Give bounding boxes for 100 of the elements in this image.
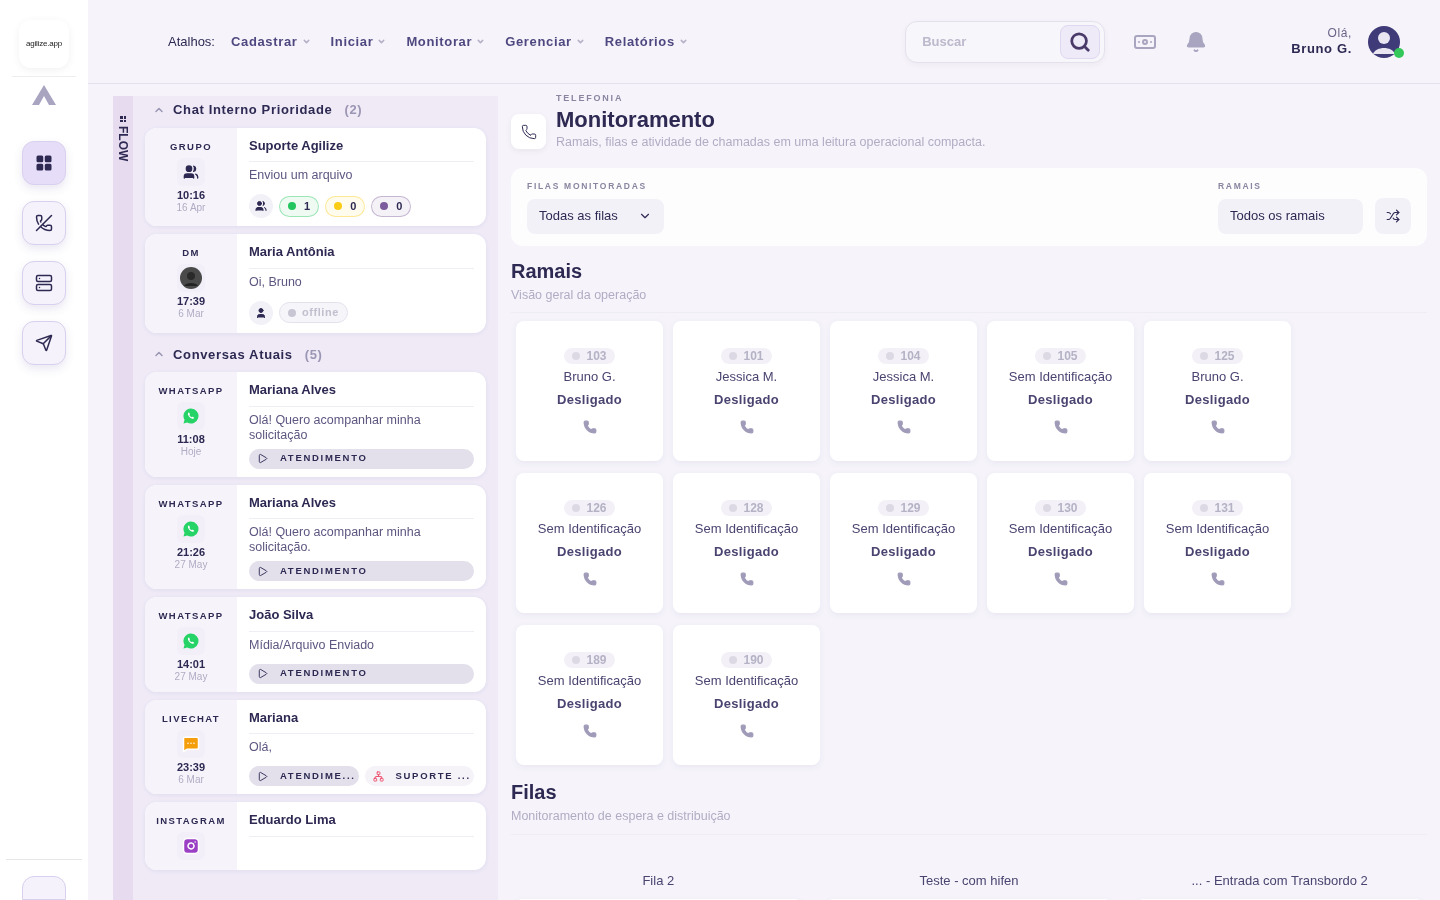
phone-icon bbox=[1053, 572, 1068, 587]
contact-name: Mariana bbox=[249, 707, 474, 734]
queue-tag: ATENDIMENTO bbox=[249, 663, 474, 684]
contact-button[interactable] bbox=[249, 300, 273, 325]
extension-name: Sem Identificação bbox=[537, 672, 642, 691]
extension-card[interactable]: 103 Bruno G. Desligado bbox=[516, 321, 663, 462]
conversation-card[interactable]: WHATSAPP 11:08 Hoje Mariana Alves Olá! Quero acompanhar minha solicitação ATENDIMENTO bbox=[145, 372, 486, 477]
message-preview: Olá! Quero acompanhar minha solicitação bbox=[249, 412, 422, 443]
extension-status: Desligado bbox=[713, 694, 780, 713]
message-time: 14:01 bbox=[176, 659, 206, 671]
channel-label: WHATSAPP bbox=[158, 609, 224, 623]
extension-status: Desligado bbox=[556, 694, 623, 713]
play-icon bbox=[257, 453, 268, 464]
user-avatar[interactable] bbox=[1368, 25, 1400, 58]
message-time: 21:26 bbox=[176, 546, 206, 558]
menu-item[interactable]: Monitorar bbox=[406, 31, 486, 52]
extension-number: 103 bbox=[564, 348, 615, 365]
extension-number: 128 bbox=[721, 500, 772, 517]
eyebrow-label: TELEFONIA bbox=[556, 92, 625, 105]
extension-card[interactable]: 129 Sem Identificação Desligado bbox=[830, 473, 977, 614]
user-name: Bruno G. bbox=[1291, 40, 1352, 58]
extension-card[interactable]: 105 Sem Identificação Desligado bbox=[987, 321, 1134, 462]
phone-icon bbox=[520, 123, 537, 140]
menu-item[interactable]: Iniciar bbox=[330, 31, 387, 52]
extension-number: 130 bbox=[1035, 500, 1086, 517]
message-preview: Mídia/Arquivo Enviado bbox=[249, 637, 376, 654]
message-time: 17:39 bbox=[176, 296, 206, 308]
queue-tag: ATENDIME... bbox=[249, 766, 359, 786]
nav-button[interactable] bbox=[22, 321, 66, 365]
channel-label: DM bbox=[182, 246, 200, 260]
queues-dropdown[interactable]: Todas as filas bbox=[527, 198, 664, 234]
section-subtitle: Visão geral da operação bbox=[511, 285, 1427, 314]
nav-button[interactable] bbox=[22, 201, 66, 245]
conversation-card[interactable]: LIVECHAT 23:39 6 Mar Mariana Olá, ATENDIME... SUPORTE ... bbox=[145, 699, 486, 794]
extension-number: 190 bbox=[721, 652, 772, 669]
conversation-card[interactable]: INSTAGRAM Eduardo Lima bbox=[145, 802, 486, 871]
message-time: 11:08 bbox=[177, 434, 205, 446]
whatsapp-icon bbox=[182, 632, 200, 651]
extension-status: Desligado bbox=[556, 390, 623, 409]
send-icon bbox=[35, 334, 53, 352]
instagram-icon bbox=[182, 837, 200, 856]
extension-name: Bruno G. bbox=[563, 368, 616, 387]
extension-status: Desligado bbox=[556, 542, 623, 561]
triangle-logo-icon bbox=[32, 85, 56, 105]
extension-card[interactable]: 101 Jessica M. Desligado bbox=[673, 321, 820, 462]
extension-card[interactable]: 130 Sem Identificação Desligado bbox=[987, 473, 1134, 614]
drag-handle-icon bbox=[120, 116, 126, 122]
nav-button[interactable] bbox=[22, 261, 66, 305]
conversation-card[interactable]: WHATSAPP 14:01 27 May João Silva Mídia/Arquivo Enviado ATENDIMENTO bbox=[145, 597, 486, 692]
search-bar[interactable]: Buscar bbox=[905, 20, 1106, 63]
extension-number: 126 bbox=[564, 500, 615, 517]
extension-card[interactable]: 190 Sem Identificação Desligado bbox=[673, 625, 820, 766]
extension-card[interactable]: 131 Sem Identificação Desligado bbox=[1144, 473, 1291, 614]
conversation-card[interactable]: GRUPO 10:16 16 Apr Suporte Agilize Enviou um arquivo 1 0 0 bbox=[145, 127, 486, 226]
extension-card[interactable]: 104 Jessica M. Desligado bbox=[830, 321, 977, 462]
extension-name: Sem Identificação bbox=[1165, 520, 1270, 539]
search-button[interactable] bbox=[1060, 24, 1101, 59]
extension-name: Jessica M. bbox=[872, 368, 935, 387]
extension-card[interactable]: 189 Sem Identificação Desligado bbox=[516, 625, 663, 766]
counter-badge: 0 bbox=[371, 195, 412, 217]
queue-tag: ATENDIMENTO bbox=[249, 448, 474, 469]
menu-item[interactable]: Relatórios bbox=[604, 31, 688, 52]
play-icon bbox=[257, 565, 268, 577]
queue-title: Fila 2 bbox=[642, 872, 675, 890]
channel-label: WHATSAPP bbox=[158, 384, 224, 398]
phone-icon bbox=[896, 572, 911, 587]
menu-item[interactable]: Cadastrar bbox=[231, 31, 311, 52]
ramais-field[interactable]: Todos os ramais bbox=[1218, 198, 1363, 234]
extension-status: Desligado bbox=[713, 390, 780, 409]
group-header[interactable]: Chat Interno Prioridade (2) bbox=[145, 96, 486, 120]
conversation-card[interactable]: WHATSAPP 21:26 27 May Mariana Alves Olá! Quero acompanhar minha solicitação. ATENDIMENTO bbox=[145, 484, 486, 589]
extension-card[interactable]: 126 Sem Identificação Desligado bbox=[516, 473, 663, 614]
channel-label: WHATSAPP bbox=[158, 496, 224, 511]
extension-number: 105 bbox=[1035, 348, 1086, 365]
channel-label: LIVECHAT bbox=[161, 711, 221, 726]
phone-icon bbox=[582, 572, 597, 587]
section-title: Ramais bbox=[511, 258, 584, 284]
search-field[interactable]: Buscar bbox=[922, 31, 1061, 52]
extension-card[interactable]: 125 Bruno G. Desligado bbox=[1144, 321, 1291, 462]
extension-name: Sem Identificação bbox=[694, 672, 799, 691]
group-header[interactable]: Conversas Atuais (5) bbox=[145, 340, 486, 364]
phone-icon bbox=[582, 420, 597, 435]
nav-button[interactable] bbox=[22, 141, 66, 185]
queue-tag: ATENDIMENTO bbox=[249, 561, 474, 581]
flow-tab[interactable]: FLOW bbox=[113, 96, 133, 900]
menu-item[interactable]: Gerenciar bbox=[505, 31, 585, 52]
whatsapp-icon bbox=[182, 519, 200, 538]
shuffle-button[interactable] bbox=[1375, 197, 1411, 234]
server-icon bbox=[35, 274, 53, 292]
group-icon bbox=[183, 163, 199, 180]
participants-button[interactable] bbox=[249, 194, 273, 218]
message-date: 6 Mar bbox=[178, 309, 204, 320]
contact-name: Maria Antônia bbox=[249, 242, 474, 269]
phone-icon bbox=[1210, 420, 1225, 435]
phone-icon bbox=[1053, 420, 1068, 435]
extension-number: 131 bbox=[1192, 500, 1243, 517]
extension-card[interactable]: 128 Sem Identificação Desligado bbox=[673, 473, 820, 614]
caret-icon bbox=[301, 37, 311, 46]
extension-status: Desligado bbox=[1027, 390, 1094, 409]
extension-status: Desligado bbox=[713, 542, 780, 561]
